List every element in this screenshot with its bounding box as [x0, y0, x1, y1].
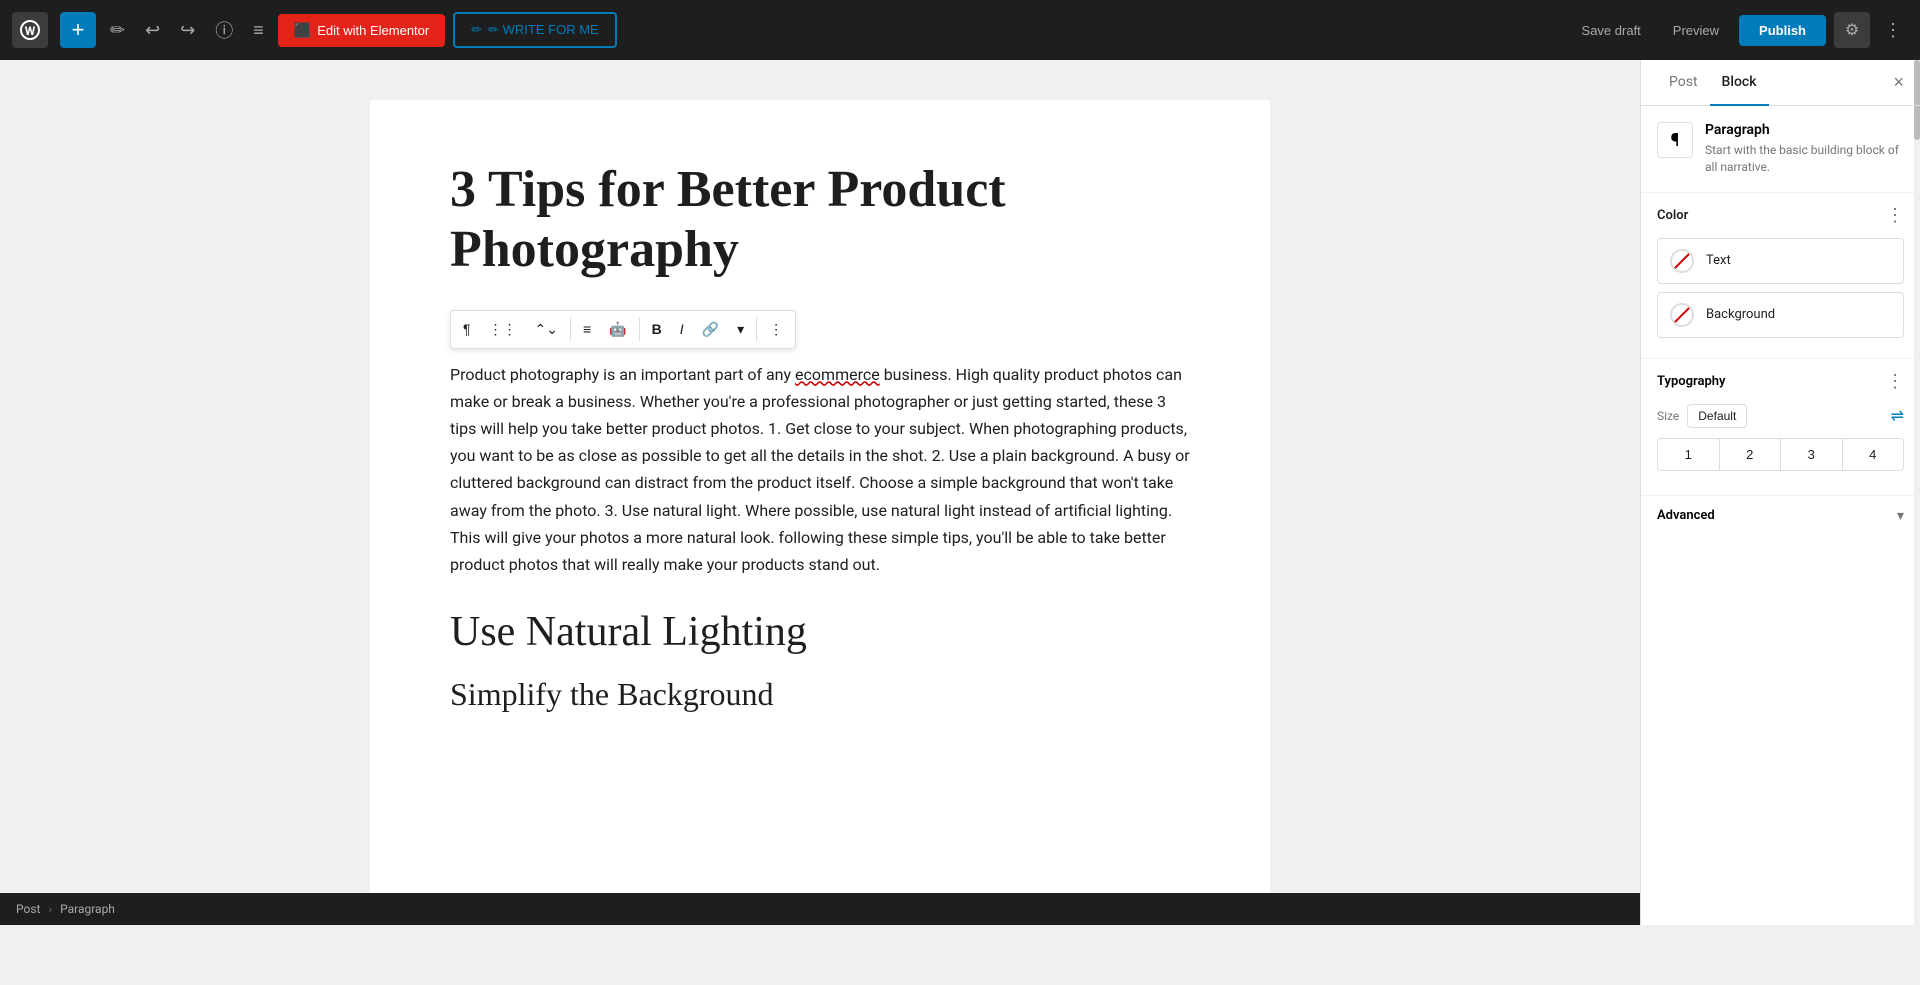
advanced-header[interactable]: Advanced ▾ [1657, 508, 1904, 524]
move-button[interactable]: ⌃⌄ [527, 315, 566, 344]
color-section: Color ⋮ Text Background [1641, 193, 1920, 359]
align-icon: ≡ [583, 321, 591, 337]
ecommerce-link[interactable]: ecommerce [795, 365, 880, 384]
avatar-icon: 🤖 [609, 321, 626, 338]
right-sidebar: Post Block × ¶ Paragraph Start with the … [1640, 60, 1920, 925]
advanced-title: Advanced [1657, 508, 1715, 523]
save-draft-button[interactable]: Save draft [1570, 17, 1653, 44]
typography-more-button[interactable]: ⋮ [1886, 371, 1904, 392]
text-color-label: Text [1706, 253, 1731, 268]
settings-button[interactable]: ⚙ [1834, 12, 1870, 48]
block-name-label: Paragraph [1705, 122, 1904, 138]
sidebar-close-button[interactable]: × [1893, 72, 1904, 93]
italic-button[interactable]: I [672, 315, 692, 343]
sidebar-scrollbar[interactable] [1914, 60, 1920, 925]
editor-area: 3 Tips for Better Product Photography ¶ … [0, 60, 1640, 925]
toolbar-divider-1 [570, 317, 571, 341]
post-title[interactable]: 3 Tips for Better Product Photography [450, 160, 1190, 280]
size-controls-icon[interactable]: ⇌ [1891, 406, 1904, 425]
write-icon: ✏ [471, 22, 482, 38]
section-heading[interactable]: Use Natural Lighting [450, 608, 1190, 656]
align-button[interactable]: ≡ [575, 315, 599, 343]
elementor-icon: ⬛ [294, 22, 311, 39]
block-description: Start with the basic building block of a… [1705, 142, 1904, 176]
tools-button[interactable]: ✏ [104, 14, 131, 47]
paragraph-icon: ¶ [463, 321, 471, 337]
color-section-header: Color ⋮ [1657, 205, 1904, 226]
more-rich-text-button[interactable]: ▾ [729, 315, 752, 344]
typography-controls: ⋮ [1886, 371, 1904, 392]
tab-block[interactable]: Block [1710, 60, 1769, 106]
more-options-button[interactable]: ⋮ [1878, 14, 1908, 47]
size-row: Size Default ⇌ [1657, 404, 1904, 428]
edit-with-elementor-button[interactable]: ⬛ Edit with Elementor [278, 14, 445, 47]
tab-post[interactable]: Post [1657, 60, 1710, 106]
block-info: ¶ Paragraph Start with the basic buildin… [1641, 106, 1920, 193]
ai-avatar-button[interactable]: 🤖 [601, 315, 634, 344]
color-section-title: Color [1657, 208, 1688, 223]
breadcrumb-post[interactable]: Post [16, 902, 40, 916]
advanced-chevron-icon: ▾ [1897, 508, 1904, 524]
link-button[interactable]: 🔗 [694, 315, 727, 344]
advanced-section: Advanced ▾ [1641, 496, 1920, 536]
drag-icon: ⋮⋮ [489, 321, 517, 338]
dropdown-icon: ▾ [737, 321, 744, 338]
bottom-bar: Post › Paragraph [0, 893, 1640, 925]
editor-content: 3 Tips for Better Product Photography ¶ … [370, 100, 1270, 900]
font-size-btn-1[interactable]: 1 [1658, 439, 1720, 470]
write-for-me-button[interactable]: ✏ ✏ WRITE FOR ME [453, 12, 616, 48]
typography-title: Typography [1657, 374, 1726, 389]
redo-button[interactable]: ↪ [174, 14, 201, 47]
breadcrumb-separator: › [48, 902, 52, 916]
top-toolbar: W + ✏ ↩ ↪ ⓘ ≡ ⬛ Edit with Elementor ✏ ✏ … [0, 0, 1920, 60]
text-color-circle [1670, 249, 1694, 273]
font-size-btn-4[interactable]: 4 [1843, 439, 1904, 470]
add-block-button[interactable]: + [60, 12, 96, 48]
sidebar-tabs: Post Block × [1641, 60, 1920, 106]
publish-button[interactable]: Publish [1739, 15, 1826, 46]
block-more-button[interactable]: ⋮ [761, 315, 791, 344]
toolbar-divider-2 [639, 317, 640, 341]
drag-handle-button[interactable]: ⋮⋮ [481, 315, 525, 344]
undo-button[interactable]: ↩ [139, 14, 166, 47]
main-layout: 3 Tips for Better Product Photography ¶ … [0, 60, 1920, 925]
size-default-button[interactable]: Default [1687, 404, 1747, 428]
bold-button[interactable]: B [644, 315, 670, 343]
move-icon: ⌃⌄ [535, 321, 558, 338]
breadcrumb-paragraph: Paragraph [60, 902, 115, 916]
font-size-btn-2[interactable]: 2 [1720, 439, 1782, 470]
block-info-text: Paragraph Start with the basic building … [1705, 122, 1904, 176]
color-section-more-button[interactable]: ⋮ [1886, 205, 1904, 226]
preview-button[interactable]: Preview [1661, 17, 1731, 44]
wordpress-logo: W [12, 12, 48, 48]
block-type-icon: ¶ [1657, 122, 1693, 158]
background-color-item[interactable]: Background [1657, 292, 1904, 338]
font-size-btn-3[interactable]: 3 [1781, 439, 1843, 470]
typography-section: Typography ⋮ Size Default ⇌ 1 2 3 4 [1641, 359, 1920, 496]
svg-text:W: W [25, 24, 36, 38]
block-toolbar: ¶ ⋮⋮ ⌃⌄ ≡ 🤖 B I 🔗 [450, 310, 796, 349]
info-button[interactable]: ⓘ [209, 11, 239, 49]
link-icon: 🔗 [702, 321, 719, 338]
more-icon: ⋮ [769, 321, 783, 338]
size-label: Size [1657, 409, 1679, 423]
typography-header: Typography ⋮ [1657, 371, 1904, 392]
toolbar-divider-3 [756, 317, 757, 341]
paragraph-type-button[interactable]: ¶ [455, 315, 479, 343]
list-view-button[interactable]: ≡ [247, 14, 270, 47]
ellipsis-icon: ⋮ [1884, 20, 1902, 40]
background-color-circle [1670, 303, 1694, 327]
text-color-item[interactable]: Text [1657, 238, 1904, 284]
background-color-label: Background [1706, 307, 1775, 322]
gear-icon: ⚙ [1845, 20, 1859, 40]
font-size-buttons: 1 2 3 4 [1657, 438, 1904, 471]
section-subheading[interactable]: Simplify the Background [450, 676, 1190, 713]
post-body-paragraph[interactable]: Product photography is an important part… [450, 361, 1190, 579]
